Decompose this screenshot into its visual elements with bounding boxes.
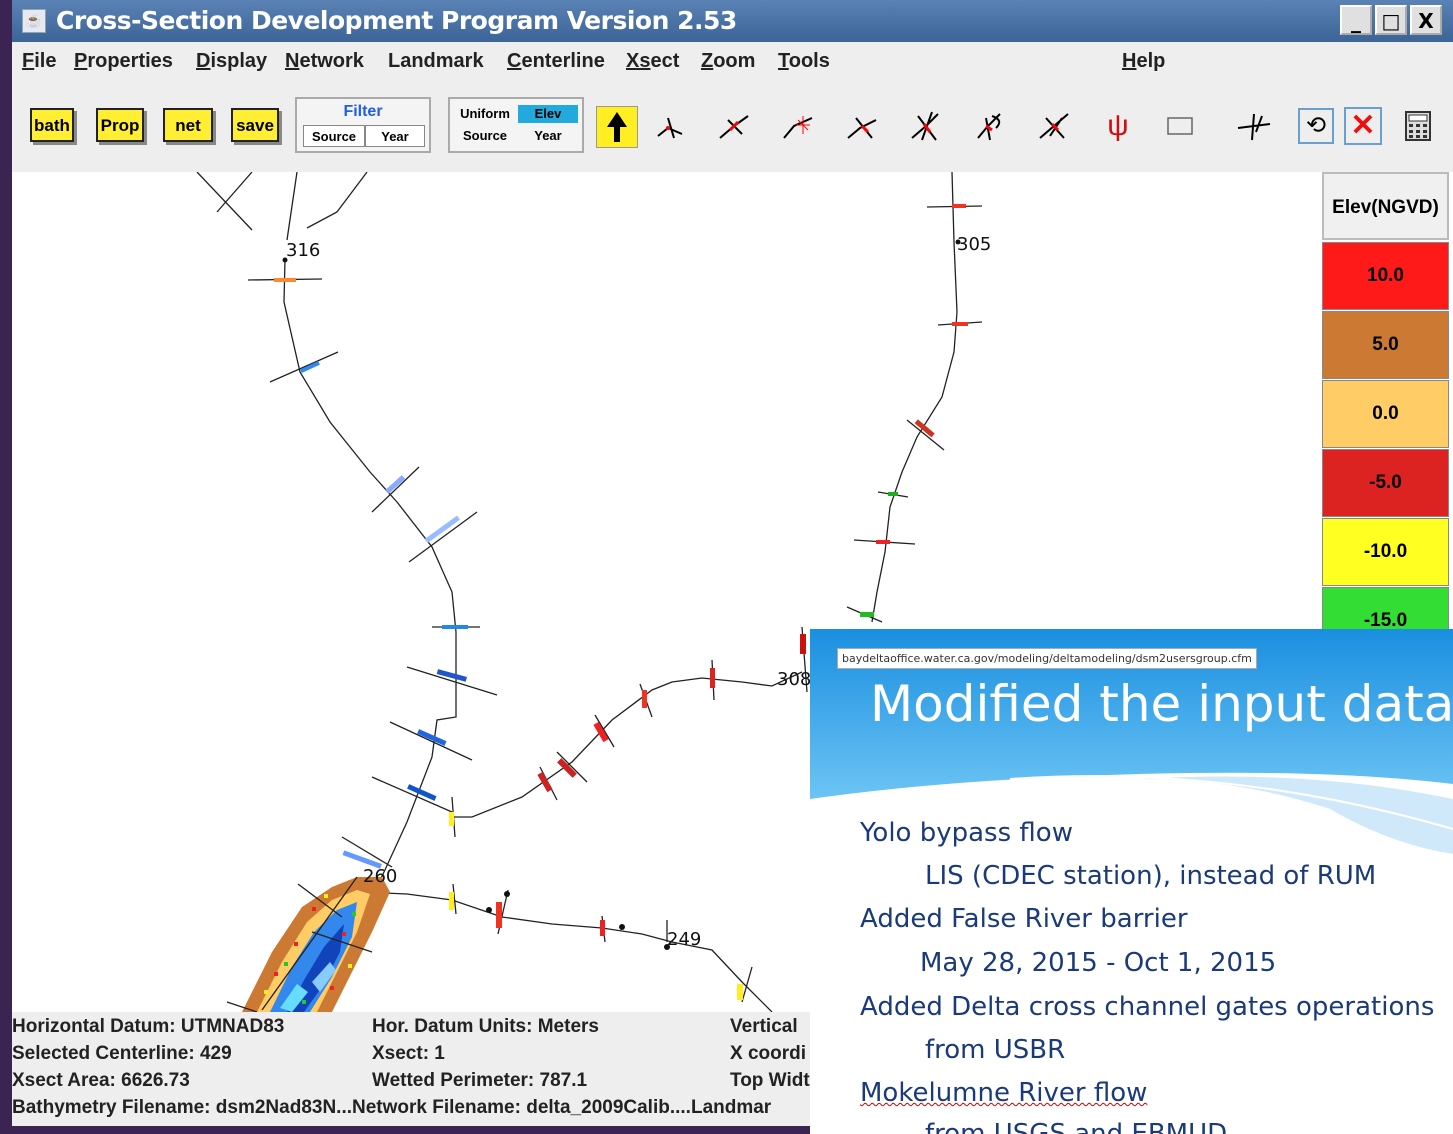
x-coordinate-text: X coordi [730,1043,807,1064]
node-label-308: 308 [777,669,812,690]
menu-centerline-mnemonic: C [507,50,522,72]
menu-file-label: ile [34,50,57,72]
bullet-mokelumne: Mokelumne River flow [860,1078,1148,1108]
close-button[interactable]: X [1410,5,1442,35]
legend-header: Elev(NGVD) [1322,172,1449,240]
move-point-icon[interactable] [714,106,754,146]
calculator-icon[interactable] [1398,106,1438,146]
insert-point-icon[interactable] [778,106,818,146]
menu-display[interactable]: Display [196,50,267,73]
bullet-usgs-ebmud: from USGS and EBMUD [925,1119,1228,1134]
color-uniform-button[interactable]: Uniform [454,103,516,125]
filter-year-button[interactable]: Year [365,125,425,147]
wetted-perimeter-text: Wetted Perimeter: 787.1 [372,1070,588,1091]
view-xsect-icon[interactable]: ψ [1098,106,1138,146]
java-app-icon[interactable]: ☕ [22,9,46,33]
menu-properties-label: roperties [87,50,173,72]
menu-display-label: isplay [210,50,268,72]
menu-tools-label: ools [788,50,830,72]
add-point-icon[interactable] [650,106,690,146]
filter-source-button[interactable]: Source [303,125,365,147]
add-xsect-icon[interactable] [842,106,882,146]
menu-centerline[interactable]: Centerline [507,50,605,73]
remove-icon[interactable]: ✕ [1344,107,1382,145]
title-bar[interactable]: ☕ Cross-Section Development Program Vers… [12,0,1453,42]
move-xsect-icon[interactable] [906,106,946,146]
maximize-button[interactable]: □ [1375,5,1407,35]
slide-heading: Modified the input data s [870,675,1453,733]
filenames-text: Bathymetry Filename: dsm2Nad83N...Networ… [12,1097,772,1118]
menu-help-mnemonic: H [1122,50,1137,72]
prop-button[interactable]: Prop [96,108,144,142]
menu-xsect-label: ect [650,50,680,72]
menu-properties[interactable]: Properties [74,50,173,73]
net-button[interactable]: net [163,108,213,142]
menu-display-mnemonic: D [196,50,211,72]
bullet-from-usbr: from USBR [925,1035,1066,1065]
menu-xsect[interactable]: Xsect [626,50,679,73]
menu-zoom-label: oom [713,50,756,72]
bullet-delta-cross-channel: Added Delta cross channel gates operatio… [860,992,1435,1022]
menu-network-label: etwork [299,50,364,72]
color-elev-button[interactable]: Elev [518,105,578,123]
rectangle-select-icon[interactable] [1160,106,1200,146]
filter-title: Filter [343,103,383,120]
node-label-260: 260 [363,866,398,887]
hor-units-text: Hor. Datum Units: Meters [372,1016,599,1037]
node-label-249: 249 [667,929,702,950]
rotate-xsect-icon[interactable] [970,106,1010,146]
menu-xsect-mnemonic: Xs [626,50,651,72]
color-year-button[interactable]: Year [518,125,578,147]
filter-panel: Filter Source Year [295,97,431,153]
reverse-icon[interactable]: ⟲ [1298,108,1334,144]
menu-help[interactable]: Help [1122,50,1165,73]
menu-network-mnemonic: N [285,50,300,72]
elevation-legend: Elev(NGVD) 10.0 5.0 0.0 -5.0 -10.0 -15.0 [1322,172,1449,632]
bullet-lis-cdec: LIS (CDEC station), instead of RUM [925,861,1377,891]
vertical-datum-text: Vertical [730,1016,798,1037]
menu-zoom[interactable]: Zoom [701,50,755,73]
selected-centerline-text: Selected Centerline: 429 [12,1043,232,1064]
toolbar: bath Prop net save Filter Source Year Un… [12,82,1453,172]
bullet-yolo-bypass: Yolo bypass flow [860,818,1073,848]
top-width-text: Top Widt [730,1070,810,1091]
menu-bar: File Properties Display Network Landmark… [12,42,1453,83]
menu-centerline-label: enterline [521,50,605,72]
xsect-text: Xsect: 1 [372,1043,445,1064]
color-mode-panel: Uniform Elev Source Year [448,97,584,153]
delete-xsect-icon[interactable] [1034,106,1074,146]
save-button[interactable]: save [231,108,279,142]
slide-overlay: baydeltaoffice.water.ca.gov/modeling/del… [810,629,1453,1134]
menu-properties-mnemonic: P [74,50,88,72]
legend-cell-0: 0.0 [1322,380,1449,448]
desktop-background [0,0,12,1134]
bath-button[interactable]: bath [30,108,74,142]
menu-file[interactable]: File [22,50,56,73]
legend-cell-10: 10.0 [1322,242,1449,310]
xsect-area-text: Xsect Area: 6626.73 [12,1070,190,1091]
menu-tools-mnemonic: T [778,50,789,72]
restore-xsect-icon[interactable] [1234,106,1274,146]
menu-help-label: elp [1136,50,1166,72]
minimize-button[interactable]: _ [1340,5,1372,35]
source-url[interactable]: baydeltaoffice.water.ca.gov/modeling/del… [837,648,1257,669]
legend-cell-minus-10: -10.0 [1322,518,1449,586]
menu-network[interactable]: Network [285,50,364,73]
menu-zoom-mnemonic: Z [701,50,714,72]
window-title: Cross-Section Development Program Versio… [56,6,737,35]
color-source-button[interactable]: Source [454,125,516,147]
menu-landmark[interactable]: Landmark [388,50,484,73]
horizontal-datum-text: Horizontal Datum: UTMNAD83 [12,1016,285,1037]
node-label-316: 316 [286,240,321,261]
window-bottom-border [0,1126,812,1134]
menu-file-mnemonic: F [22,50,35,72]
legend-cell-minus-5: -5.0 [1322,449,1449,517]
legend-cell-minus-15: -15.0 [1322,587,1449,632]
bullet-dates: May 28, 2015 - Oct 1, 2015 [920,948,1277,978]
node-label-305: 305 [957,234,992,255]
menu-tools[interactable]: Tools [778,50,830,73]
bullet-false-river: Added False River barrier [860,904,1188,934]
legend-cell-5: 5.0 [1322,311,1449,379]
arrow-select-icon[interactable] [596,106,638,148]
